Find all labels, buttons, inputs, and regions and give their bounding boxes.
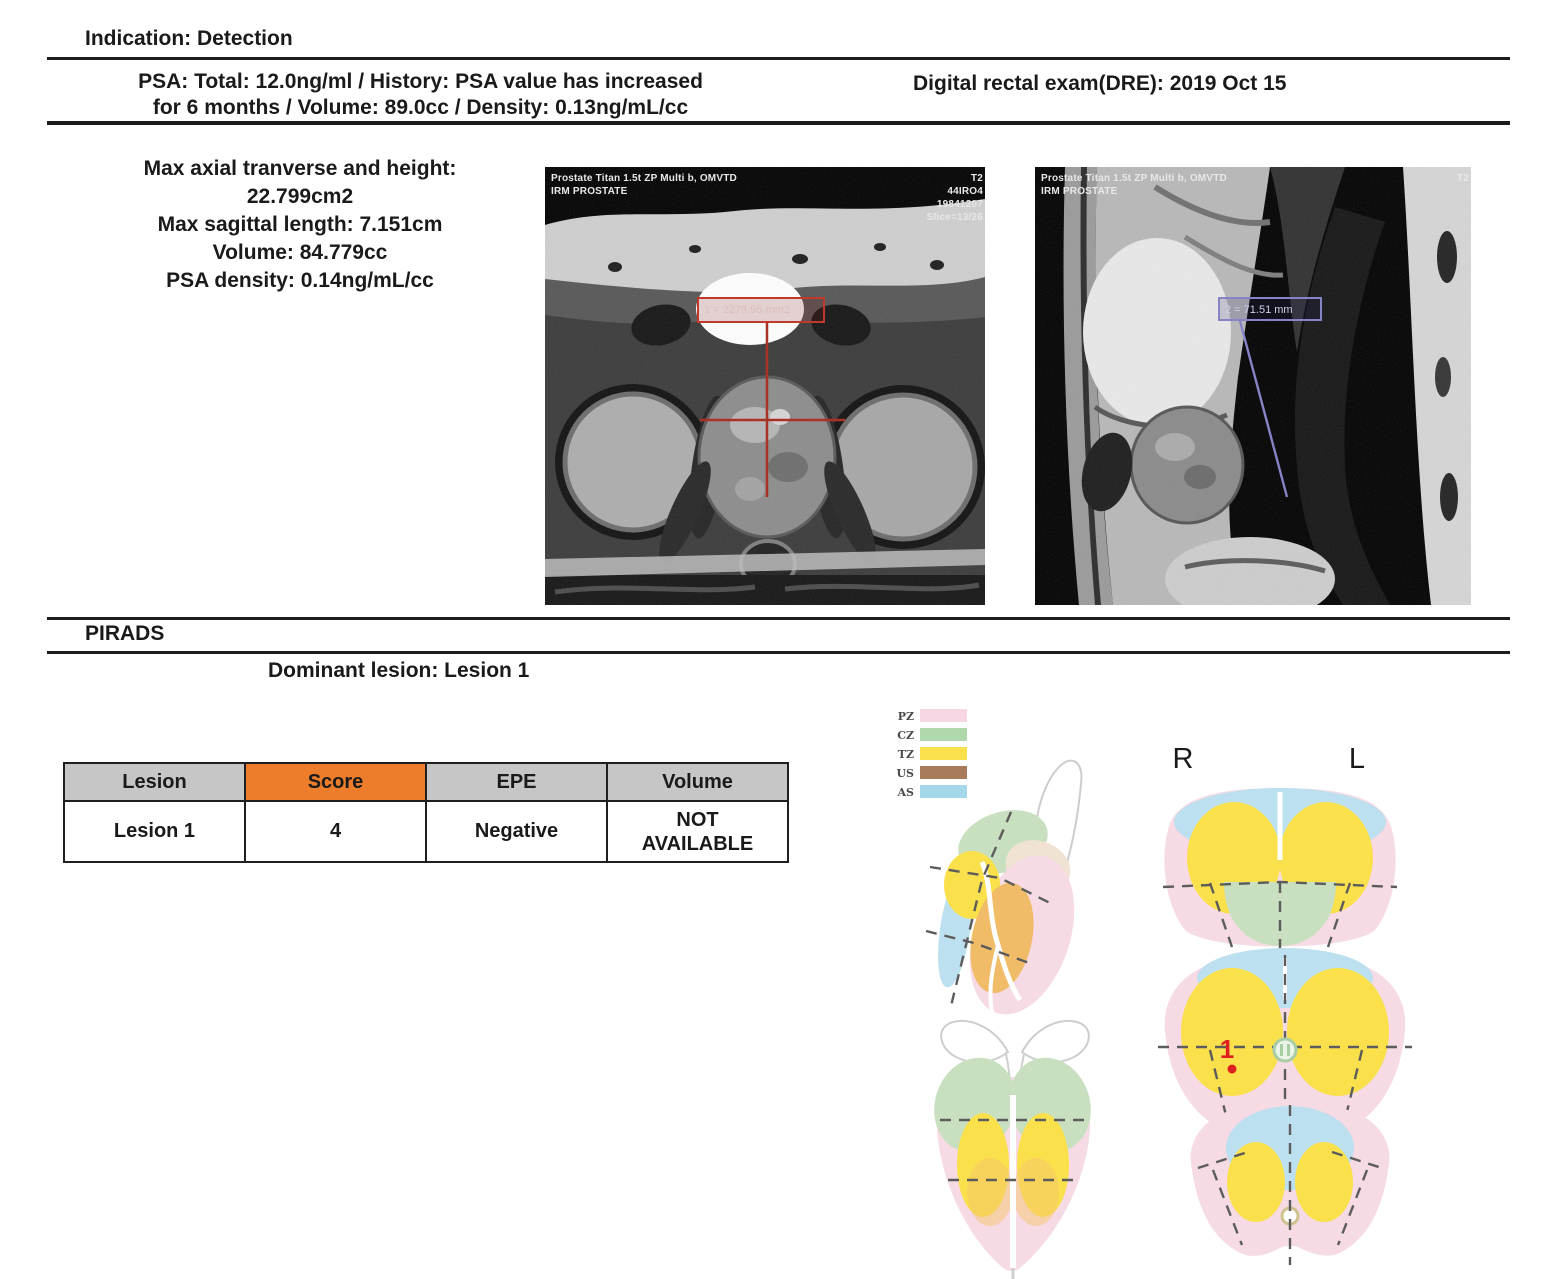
apex-axial-sector-diagram: [1191, 1104, 1390, 1265]
measurement-summary: Max axial tranverse and height: 22.799cm…: [70, 155, 530, 295]
legend-swatch-tz: [920, 747, 967, 760]
axial-slice-label: Slice=13/26: [927, 211, 983, 224]
legend-label-cz: CZ: [897, 729, 914, 742]
axial-sequence-label: T2: [927, 172, 983, 185]
sagittal-protocol-line: IRM PROSTATE: [1041, 185, 1227, 198]
psa-line-1: PSA: Total: 12.0ng/ml / History: PSA val…: [88, 69, 753, 95]
table-row: Lesion 1 4 Negative NOT AVAILABLE: [64, 801, 788, 862]
legend-swatch-us: [920, 766, 967, 779]
measurement-axial: Max axial tranverse and height:: [70, 155, 530, 183]
axial-mri-image: Prostate Titan 1.5t ZP Multi b, OMVTD IR…: [545, 167, 985, 605]
dominant-lesion-label: Dominant lesion: Lesion 1: [268, 659, 529, 683]
measurement-volume: Volume: 84.779cc: [70, 239, 530, 267]
legend-swatch-pz: [920, 709, 967, 722]
legend-label-tz: TZ: [898, 748, 914, 761]
report-page: Indication: Detection PSA: Total: 12.0ng…: [0, 0, 1565, 1279]
measurement-axial-value: 22.799cm2: [70, 183, 530, 211]
axial-scanner-text: Prostate Titan 1.5t ZP Multi b, OMVTD IR…: [551, 172, 737, 198]
divider: [47, 617, 1510, 620]
sagittal-device-line: Prostate Titan 1.5t ZP Multi b, OMVTD: [1041, 172, 1227, 185]
axial-date-label: 19841207: [927, 198, 983, 211]
legend-label-pz: PZ: [898, 710, 914, 723]
right-side-label: R: [1173, 743, 1194, 775]
measurement-psa-density: PSA density: 0.14ng/mL/cc: [70, 267, 530, 295]
psa-line-2: for 6 months / Volume: 89.0cc / Density:…: [88, 95, 753, 121]
psa-summary: PSA: Total: 12.0ng/ml / History: PSA val…: [88, 69, 753, 121]
sagittal-mri-graphic: [1035, 167, 1471, 605]
header-score: Score: [245, 763, 426, 801]
axial-area-annotation: 1 = 2279.95 mm2: [697, 297, 825, 323]
sagittal-length-annotation: 2 = 71.51 mm: [1218, 297, 1322, 321]
measurement-sagittal: Max sagittal length: 7.151cm: [70, 211, 530, 239]
sagittal-corner-text: T2: [1457, 172, 1469, 185]
header-lesion: Lesion: [64, 763, 245, 801]
left-side-label: L: [1349, 743, 1365, 775]
axial-corner-text: T2 44IRO4 19841207 Slice=13/26: [927, 172, 983, 224]
lesion-1-dot: [1228, 1065, 1237, 1074]
lesion-table: Lesion Score EPE Volume Lesion 1 4 Negat…: [63, 762, 789, 863]
legend-label-us: US: [896, 767, 914, 780]
pirads-section-title: PIRADS: [85, 622, 164, 646]
cell-epe: Negative: [426, 801, 607, 862]
legend-label-as: AS: [897, 786, 915, 799]
legend-swatch-cz: [920, 728, 967, 741]
divider: [47, 57, 1510, 60]
sagittal-mri-image: Prostate Titan 1.5t ZP Multi b, OMVTD IR…: [1035, 167, 1471, 605]
coronal-sector-diagram: [922, 1021, 1103, 1279]
sector-legend: PZ CZ TZ US AS: [896, 709, 967, 799]
axial-device-line: Prostate Titan 1.5t ZP Multi b, OMVTD: [551, 172, 737, 185]
cell-lesion-name: Lesion 1: [64, 801, 245, 862]
divider: [47, 651, 1510, 654]
divider: [47, 121, 1510, 125]
header-volume: Volume: [607, 763, 788, 801]
axial-series-label: 44IRO4: [927, 185, 983, 198]
lesion-table-header-row: Lesion Score EPE Volume: [64, 763, 788, 801]
sagittal-sector-diagram: [926, 761, 1093, 1028]
lesion-1-marker: 1: [1220, 1034, 1234, 1064]
dre-date: Digital rectal exam(DRE): 2019 Oct 15: [913, 72, 1287, 96]
sagittal-scanner-text: Prostate Titan 1.5t ZP Multi b, OMVTD IR…: [1041, 172, 1227, 198]
cell-volume-text: NOT AVAILABLE: [623, 808, 773, 856]
axial-protocol-line: IRM PROSTATE: [551, 185, 737, 198]
indication-line: Indication: Detection: [85, 27, 293, 51]
header-epe: EPE: [426, 763, 607, 801]
sagittal-sequence-label: T2: [1457, 172, 1469, 185]
cell-volume: NOT AVAILABLE: [607, 801, 788, 862]
legend-swatch-as: [920, 785, 967, 798]
cell-score: 4: [245, 801, 426, 862]
prostate-sector-map: PZ CZ TZ US AS R L: [880, 700, 1470, 1279]
axial-mri-graphic: [545, 167, 985, 605]
base-axial-sector-diagram: [1163, 788, 1397, 955]
